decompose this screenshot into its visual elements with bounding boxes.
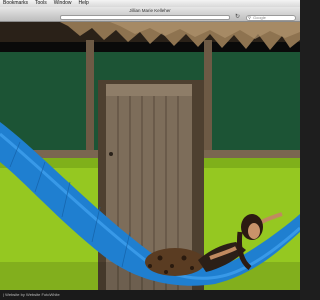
footer-credit-link[interactable]: Website FotoWhite	[26, 292, 60, 297]
menu-tools[interactable]: Tools	[35, 0, 47, 7]
menu-help[interactable]: Help	[79, 0, 89, 7]
window-title: Jillian Marie Kelleher	[129, 8, 171, 13]
search-placeholder: Google	[253, 15, 266, 20]
browser-title-bar: Jillian Marie Kelleher ↻ ⚲ Google	[0, 7, 300, 22]
reload-icon[interactable]: ↻	[234, 14, 241, 21]
footer-text: | Website by	[3, 292, 25, 297]
search-input[interactable]: ⚲ Google	[246, 15, 296, 21]
hero-photo	[0, 22, 300, 290]
search-icon: ⚲	[248, 15, 251, 20]
menu-bar: Bookmarks Tools Window Help	[0, 0, 300, 7]
menu-bookmarks[interactable]: Bookmarks	[3, 0, 28, 7]
page-footer: | Website by Website FotoWhite	[0, 290, 300, 300]
address-bar[interactable]	[60, 15, 230, 20]
menu-window[interactable]: Window	[54, 0, 72, 7]
